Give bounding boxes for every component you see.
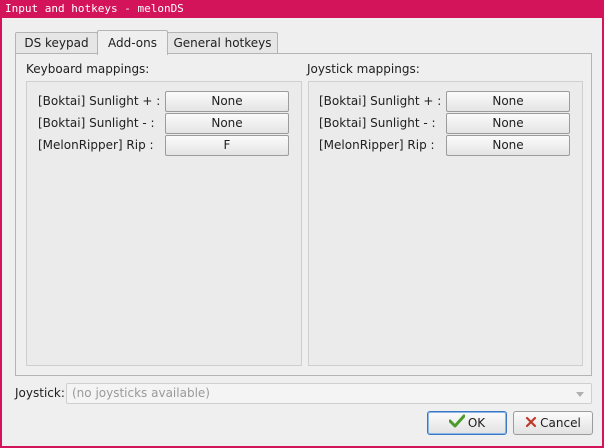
window-title: Input and hotkeys - melonDS <box>2 0 604 18</box>
kb-map-sunlight-minus-button[interactable]: None <box>165 113 289 134</box>
cancel-button-label: Cancel <box>540 416 581 430</box>
tab-general-hotkeys[interactable]: General hotkeys <box>167 32 278 53</box>
joystick-select-label: Joystick: <box>15 386 65 400</box>
dialog-window: Input and hotkeys - melonDS DS keypad Ad… <box>0 0 604 448</box>
joy-map-sunlight-minus-button[interactable]: None <box>446 113 570 134</box>
joy-label-melonripper-rip: [MelonRipper] Rip : <box>319 138 435 152</box>
chevron-down-icon <box>576 392 584 397</box>
joy-label-sunlight-minus: [Boktai] Sunlight - : <box>319 116 436 130</box>
close-icon <box>525 413 537 435</box>
cancel-button[interactable]: Cancel <box>513 411 593 435</box>
keyboard-mappings-heading: Keyboard mappings: <box>26 62 150 76</box>
tab-ds-keypad[interactable]: DS keypad <box>15 32 98 53</box>
ok-button[interactable]: OK <box>427 411 507 435</box>
kb-label-sunlight-plus: [Boktai] Sunlight + : <box>38 94 161 108</box>
kb-map-sunlight-plus-button[interactable]: None <box>165 91 289 112</box>
joystick-select-value: (no joysticks available) <box>72 386 210 400</box>
kb-label-sunlight-minus: [Boktai] Sunlight - : <box>38 116 155 130</box>
joy-map-melonripper-rip-button[interactable]: None <box>446 135 570 156</box>
add-ons-panel: Keyboard mappings: [Boktai] Sunlight + :… <box>15 53 592 376</box>
checkmark-icon <box>448 413 466 435</box>
tab-add-ons[interactable]: Add-ons <box>97 30 168 55</box>
joy-label-sunlight-plus: [Boktai] Sunlight + : <box>319 94 442 108</box>
kb-label-melonripper-rip: [MelonRipper] Rip : <box>38 138 154 152</box>
joystick-select[interactable]: (no joysticks available) <box>66 383 592 404</box>
kb-map-melonripper-rip-button[interactable]: F <box>165 135 289 156</box>
keyboard-mappings-group: [Boktai] Sunlight + : None [Boktai] Sunl… <box>26 81 302 366</box>
joystick-mappings-group: [Boktai] Sunlight + : None [Boktai] Sunl… <box>308 81 583 366</box>
ok-button-label: OK <box>467 416 486 430</box>
joystick-mappings-heading: Joystick mappings: <box>307 62 420 76</box>
joy-map-sunlight-plus-button[interactable]: None <box>446 91 570 112</box>
